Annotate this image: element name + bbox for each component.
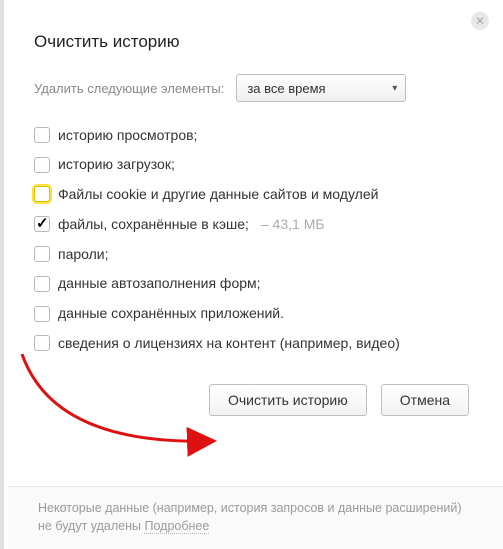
clear-history-dialog: ✕ Очистить историю Удалить следующие эле… [0, 0, 503, 549]
option-checkbox[interactable] [34, 335, 50, 351]
footer-text: Некоторые данные (например, история запр… [38, 501, 462, 533]
option-label: данные сохранённых приложений. [58, 305, 284, 322]
option-checkbox[interactable] [34, 306, 50, 322]
option-row: историю загрузок; [34, 150, 473, 180]
time-range-value: за все время [247, 81, 325, 96]
option-label: сведения о лицензиях на контент (наприме… [58, 335, 400, 352]
clear-history-button[interactable]: Очистить историю [209, 384, 367, 416]
options-list: историю просмотров; историю загрузок; Файл… [34, 120, 473, 358]
cancel-button-label: Отмена [400, 392, 450, 408]
dialog-title: Очистить историю [34, 32, 473, 52]
cancel-button[interactable]: Отмена [381, 384, 469, 416]
option-checkbox[interactable] [34, 216, 50, 232]
option-checkbox[interactable] [34, 127, 50, 143]
option-extra: – 43,1 МБ [261, 216, 325, 233]
option-checkbox[interactable] [34, 276, 50, 292]
option-row: историю просмотров; [34, 120, 473, 150]
close-icon[interactable]: ✕ [471, 12, 489, 30]
option-row: данные сохранённых приложений. [34, 299, 473, 329]
option-row: пароли; [34, 239, 473, 269]
dialog-footer: Некоторые данные (например, история запр… [8, 486, 503, 549]
option-label: данные автозаполнения форм; [58, 275, 261, 292]
option-label: Файлы cookie и другие данные сайтов и мо… [58, 186, 378, 203]
option-row: файлы, сохранённые в кэше; – 43,1 МБ [34, 209, 473, 239]
chevron-down-icon: ▾ [392, 83, 397, 94]
time-range-label: Удалить следующие элементы: [34, 81, 224, 96]
option-checkbox[interactable] [34, 186, 50, 202]
option-row: сведения о лицензиях на контент (наприме… [34, 329, 473, 359]
option-label: файлы, сохранённые в кэше; [58, 216, 249, 233]
option-label: пароли; [58, 246, 109, 263]
option-row: данные автозаполнения форм; [34, 269, 473, 299]
option-checkbox[interactable] [34, 157, 50, 173]
dialog-actions: Очистить историю Отмена [34, 384, 473, 416]
option-checkbox[interactable] [34, 246, 50, 262]
time-range-select[interactable]: за все время ▾ [236, 74, 406, 102]
option-label: историю просмотров; [58, 127, 197, 144]
option-label: историю загрузок; [58, 156, 175, 173]
footer-learn-more-link[interactable]: Подробнее [144, 519, 209, 534]
clear-history-button-label: Очистить историю [228, 392, 348, 408]
time-range-row: Удалить следующие элементы: за все время… [34, 74, 473, 102]
option-row: Файлы cookie и другие данные сайтов и мо… [34, 180, 473, 210]
